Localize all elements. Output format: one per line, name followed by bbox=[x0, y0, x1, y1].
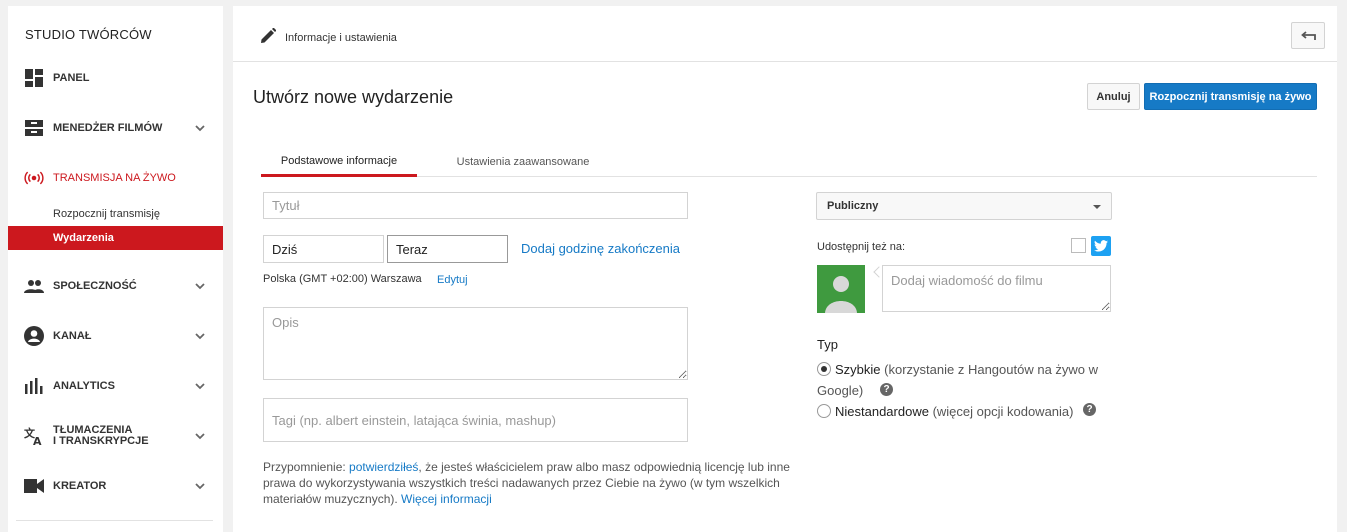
option-name: Niestandardowe bbox=[835, 404, 929, 419]
sidebar-item-translations[interactable]: 文A TŁUMACZENIA I TRANSKRYPCJE bbox=[8, 416, 223, 456]
custom-type-radio[interactable] bbox=[817, 404, 831, 418]
sidebar-item-panel[interactable]: PANEL bbox=[8, 58, 223, 98]
sidebar-subitem-events[interactable]: Wydarzenia bbox=[8, 226, 223, 250]
more-info-link[interactable]: Więcej informacji bbox=[401, 492, 492, 506]
sidebar: STUDIO TWÓRCÓW PANEL MENEDŻER FILMÓW TRA… bbox=[8, 6, 223, 532]
add-end-time-link[interactable]: Dodaj godzinę zakończenia bbox=[521, 241, 680, 256]
sidebar-item-label: MENEDŻER FILMÓW bbox=[53, 121, 163, 134]
privacy-select[interactable]: Publiczny bbox=[816, 192, 1112, 220]
sidebar-item-creator[interactable]: KREATOR bbox=[8, 466, 223, 506]
back-arrow-icon bbox=[1301, 30, 1316, 40]
chevron-down-icon[interactable] bbox=[193, 479, 207, 493]
twitter-share-checkbox[interactable] bbox=[1071, 238, 1086, 253]
main-panel: Informacje i ustawienia Utwórz nowe wyda… bbox=[233, 6, 1337, 532]
dashboard-icon bbox=[24, 68, 44, 88]
people-icon bbox=[24, 276, 44, 296]
quick-type-label[interactable]: Szybkie (korzystanie z Hangoutów na żywo… bbox=[817, 359, 1107, 401]
sidebar-item-live[interactable]: TRANSMISJA NA ŻYWO bbox=[8, 158, 223, 198]
tags-input[interactable] bbox=[263, 398, 688, 442]
chevron-down-icon[interactable] bbox=[193, 429, 207, 443]
custom-type-label[interactable]: Niestandardowe (więcej opcji kodowania) bbox=[835, 401, 1095, 422]
dropdown-arrow-icon bbox=[1093, 205, 1101, 209]
svg-text:A: A bbox=[33, 435, 42, 446]
type-heading: Typ bbox=[817, 337, 838, 352]
sidebar-item-label: KANAŁ bbox=[53, 329, 92, 342]
share-label: Udostępnij też na: bbox=[817, 241, 906, 253]
tab-bar: Podstawowe informacje Ustawienia zaawans… bbox=[261, 147, 1317, 177]
video-camera-icon bbox=[24, 476, 44, 496]
top-bar: Informacje i ustawienia bbox=[233, 6, 1337, 62]
reminder-prefix: Przypomnienie: bbox=[263, 460, 350, 474]
sidebar-divider bbox=[16, 520, 213, 521]
chevron-down-icon[interactable] bbox=[193, 329, 207, 343]
description-input[interactable] bbox=[263, 307, 688, 380]
timezone-text: Polska (GMT +02:00) Warszawa bbox=[263, 273, 422, 285]
tab-basic-info[interactable]: Podstawowe informacje bbox=[261, 147, 417, 177]
option-name: Szybkie bbox=[835, 362, 881, 377]
time-input[interactable] bbox=[387, 235, 508, 263]
video-manager-icon bbox=[24, 118, 44, 138]
sidebar-item-label: SPOŁECZNOŚĆ bbox=[53, 279, 137, 292]
share-message-input[interactable] bbox=[882, 265, 1111, 312]
sidebar-subitem-start-stream[interactable]: Rozpocznij transmisję bbox=[8, 202, 223, 226]
option-detail: (więcej opcji kodowania) bbox=[932, 404, 1074, 419]
sidebar-item-video-manager[interactable]: MENEDŻER FILMÓW bbox=[8, 108, 223, 148]
pencil-icon bbox=[261, 28, 276, 43]
page-title: Utwórz nowe wydarzenie bbox=[253, 87, 454, 107]
chevron-down-icon[interactable] bbox=[193, 279, 207, 293]
section-title: Informacje i ustawienia bbox=[285, 32, 397, 44]
translate-icon: 文A bbox=[24, 426, 44, 446]
twitter-icon bbox=[1091, 236, 1111, 256]
sidebar-item-analytics[interactable]: ANALYTICS bbox=[8, 366, 223, 406]
edit-timezone-link[interactable]: Edytuj bbox=[437, 274, 468, 286]
sidebar-item-label: KREATOR bbox=[53, 479, 107, 492]
tab-advanced-settings[interactable]: Ustawienia zaawansowane bbox=[453, 147, 593, 177]
sidebar-subitem-label: Rozpocznij transmisję bbox=[53, 208, 160, 220]
confirmed-link[interactable]: potwierdziłeś bbox=[349, 460, 418, 474]
rights-reminder: Przypomnienie: potwierdziłeś, że jesteś … bbox=[263, 459, 803, 507]
privacy-value: Publiczny bbox=[827, 200, 879, 212]
chevron-down-icon[interactable] bbox=[193, 379, 207, 393]
help-icon[interactable]: ? bbox=[1083, 403, 1096, 416]
sidebar-item-community[interactable]: SPOŁECZNOŚĆ bbox=[8, 266, 223, 306]
help-icon[interactable]: ? bbox=[880, 383, 893, 396]
back-button[interactable] bbox=[1291, 22, 1325, 49]
sidebar-item-label: TŁUMACZENIA I TRANSKRYPCJE bbox=[53, 424, 149, 447]
cancel-button[interactable]: Anuluj bbox=[1087, 83, 1140, 110]
sidebar-item-label: PANEL bbox=[53, 71, 90, 84]
bar-chart-icon bbox=[24, 376, 44, 396]
date-input[interactable] bbox=[263, 235, 384, 263]
sidebar-subitem-label: Wydarzenia bbox=[53, 232, 114, 244]
live-broadcast-icon bbox=[24, 168, 44, 188]
account-circle-icon bbox=[24, 326, 44, 346]
title-input[interactable] bbox=[263, 192, 688, 219]
sidebar-item-label: ANALYTICS bbox=[53, 379, 115, 392]
sidebar-item-channel[interactable]: KANAŁ bbox=[8, 316, 223, 356]
sidebar-title: STUDIO TWÓRCÓW bbox=[25, 27, 152, 42]
chevron-down-icon[interactable] bbox=[193, 121, 207, 135]
sidebar-item-label: TRANSMISJA NA ŻYWO bbox=[53, 171, 176, 184]
start-live-button[interactable]: Rozpocznij transmisję na żywo bbox=[1144, 83, 1317, 110]
avatar bbox=[817, 265, 865, 313]
